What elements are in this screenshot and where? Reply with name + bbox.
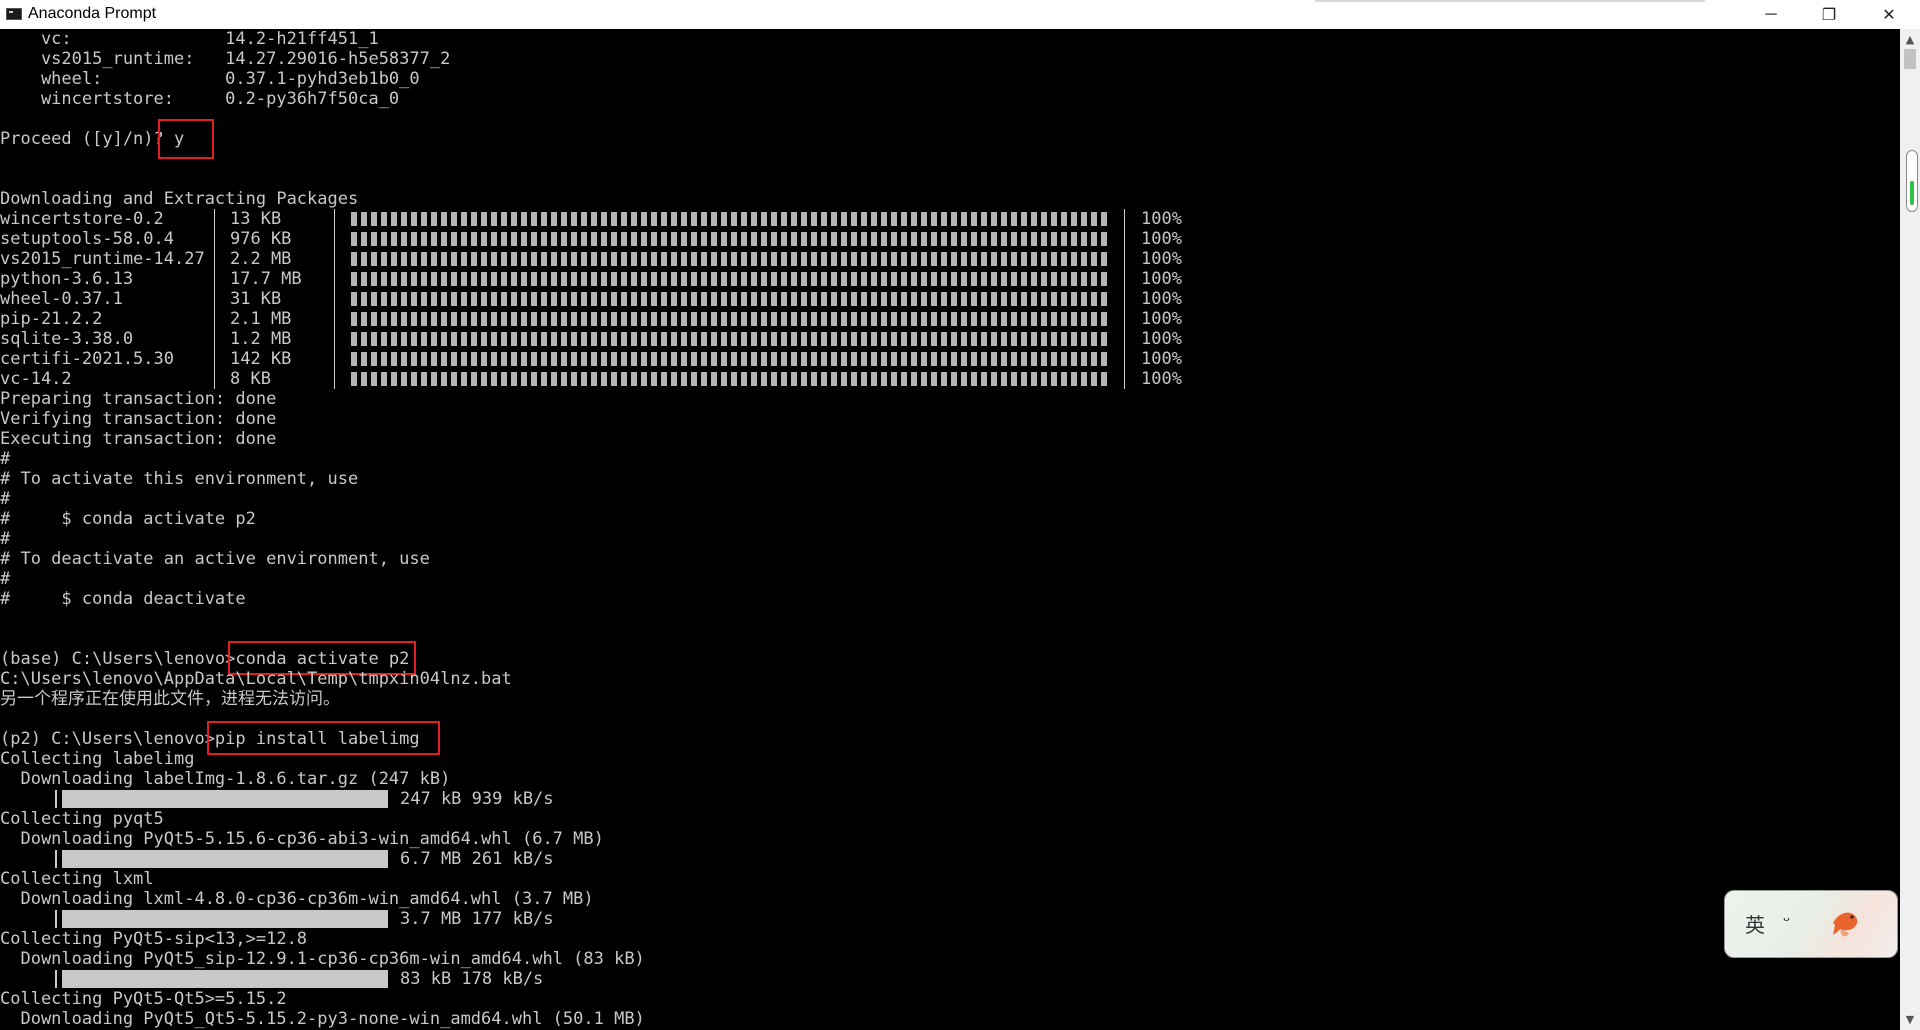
package-size: 2.1 MB <box>230 309 292 329</box>
floating-side-widget[interactable] <box>1906 150 1918 212</box>
package-percent: 100% <box>1141 309 1182 329</box>
package-percent: 100% <box>1141 249 1182 269</box>
package-name: wheel-0.37.1 <box>0 289 123 309</box>
package-size: 31 KB <box>230 289 282 309</box>
column-separator <box>1124 209 1125 389</box>
pip-line: Downloading labelImg-1.8.6.tar.gz (247 k… <box>0 769 451 789</box>
progress-bar-edge <box>55 970 57 988</box>
package-name: vc-14.2 <box>0 369 72 389</box>
package-size: 976 KB <box>230 229 292 249</box>
package-name: python-3.6.13 <box>0 269 134 289</box>
package-progress-bar <box>351 212 1109 226</box>
console-line: # To activate this environment, use <box>0 469 359 489</box>
package-percent: 100% <box>1141 269 1182 289</box>
console-line: Preparing transaction: done <box>0 389 277 409</box>
close-button[interactable]: ✕ <box>1858 0 1920 29</box>
scroll-down-icon[interactable]: ▼ <box>1900 1013 1920 1026</box>
console-line: Executing transaction: done <box>0 429 277 449</box>
package-progress-bar <box>351 372 1109 386</box>
package-size: 13 KB <box>230 209 282 229</box>
pip-line: Collecting PyQt5-Qt5>=5.15.2 <box>0 989 287 1009</box>
package-percent: 100% <box>1141 369 1182 389</box>
package-name: wincertstore-0.2 <box>0 209 164 229</box>
package-percent: 100% <box>1141 289 1182 309</box>
console-line: # <box>0 529 11 549</box>
package-size: 2.2 MB <box>230 249 292 269</box>
package-name: vs2015_runtime-14.27 <box>0 249 205 269</box>
progress-bar-edge <box>55 910 57 928</box>
package-size: 1.2 MB <box>230 329 292 349</box>
pip-line: Collecting lxml <box>0 869 154 889</box>
temp-bat-path: C:\Users\lenovo\AppData\Local\Temp\tmpxi… <box>0 669 512 689</box>
proceed-prompt: Proceed ([y]/n)? y <box>0 129 185 149</box>
maximize-button[interactable]: ❐ <box>1800 0 1858 29</box>
package-name: pip-21.2.2 <box>0 309 103 329</box>
package-percent: 100% <box>1141 349 1182 369</box>
progress-bar <box>62 970 388 988</box>
console-line: # <box>0 449 11 469</box>
package-name: certifi-2021.5.30 <box>0 349 174 369</box>
console-line: # <box>0 569 11 589</box>
error-message: 另一个程序正在使用此文件，进程无法访问。 <box>0 689 340 709</box>
window-titlebar[interactable]: Anaconda Prompt ─ ❐ ✕ <box>0 0 1920 29</box>
console-line: wincertstore: 0.2-py36h7f50ca_0 <box>0 89 400 109</box>
pip-line: Downloading PyQt5-5.15.6-cp36-abi3-win_a… <box>0 829 604 849</box>
pip-line: Downloading PyQt5_sip-12.9.1-cp36-cp36m-… <box>0 949 645 969</box>
minimize-button[interactable]: ─ <box>1742 0 1800 29</box>
package-size: 17.7 MB <box>230 269 302 289</box>
package-size: 142 KB <box>230 349 292 369</box>
ime-mode-icon[interactable]: ᵕ <box>1783 911 1790 932</box>
package-percent: 100% <box>1141 229 1182 249</box>
pip-line: Collecting labelimg <box>0 749 195 769</box>
highlight-box-pip-install <box>207 721 440 755</box>
console-line: # $ conda deactivate <box>0 589 246 609</box>
package-progress-bar <box>351 292 1109 306</box>
pip-line: Collecting pyqt5 <box>0 809 164 829</box>
ime-language-toggle[interactable]: 英 <box>1745 909 1765 938</box>
package-size: 8 KB <box>230 369 271 389</box>
package-progress-bar <box>351 352 1109 366</box>
package-percent: 100% <box>1141 329 1182 349</box>
package-progress-bar <box>351 332 1109 346</box>
window-title: Anaconda Prompt <box>28 5 157 22</box>
package-name: sqlite-3.38.0 <box>0 329 134 349</box>
progress-bar <box>62 910 388 928</box>
highlight-box-proceed <box>158 119 214 159</box>
window-edge-shadow <box>1315 0 1705 2</box>
package-progress-bar <box>351 252 1109 266</box>
column-separator <box>214 209 215 389</box>
console-line: # <box>0 489 11 509</box>
widget-indicator <box>1910 181 1914 205</box>
scrollbar-thumb[interactable] <box>1904 49 1916 69</box>
package-name: setuptools-58.0.4 <box>0 229 174 249</box>
progress-text: 6.7 MB 261 kB/s <box>400 849 554 869</box>
progress-bar-edge <box>55 790 57 808</box>
column-separator <box>334 209 335 389</box>
console-line: vc: 14.2-h21ff451_1 <box>0 29 379 49</box>
progress-bar <box>62 850 388 868</box>
package-progress-bar <box>351 312 1109 326</box>
console-line: wheel: 0.37.1-pyhd3eb1b0_0 <box>0 69 420 89</box>
pip-line: Downloading PyQt5_Qt5-5.15.2-py3-none-wi… <box>0 1009 645 1029</box>
scroll-up-icon[interactable]: ▲ <box>1900 33 1920 46</box>
console-app-icon <box>6 8 22 20</box>
progress-bar-edge <box>55 850 57 868</box>
progress-text: 247 kB 939 kB/s <box>400 789 554 809</box>
progress-text: 3.7 MB 177 kB/s <box>400 909 554 929</box>
console-line: # $ conda activate p2 <box>0 509 256 529</box>
pip-line: Downloading lxml-4.8.0-cp36-cp36m-win_am… <box>0 889 594 909</box>
downloading-header: Downloading and Extracting Packages <box>0 189 359 209</box>
package-percent: 100% <box>1141 209 1182 229</box>
progress-text: 83 kB 178 kB/s <box>400 969 544 989</box>
console-output[interactable]: vc: 14.2-h21ff451_1 vs2015_runtime: 14.2… <box>0 29 1900 1030</box>
progress-bar <box>62 790 388 808</box>
ime-toolbar[interactable]: 英 ᵕ <box>1724 890 1898 958</box>
console-line: Verifying transaction: done <box>0 409 277 429</box>
package-progress-bar <box>351 232 1109 246</box>
console-line: # To deactivate an active environment, u… <box>0 549 430 569</box>
console-line: vs2015_runtime: 14.27.29016-h5e58377_2 <box>0 49 451 69</box>
package-progress-bar <box>351 272 1109 286</box>
koi-fish-icon <box>1833 912 1858 937</box>
pip-line: Collecting PyQt5-sip<13,>=12.8 <box>0 929 308 949</box>
